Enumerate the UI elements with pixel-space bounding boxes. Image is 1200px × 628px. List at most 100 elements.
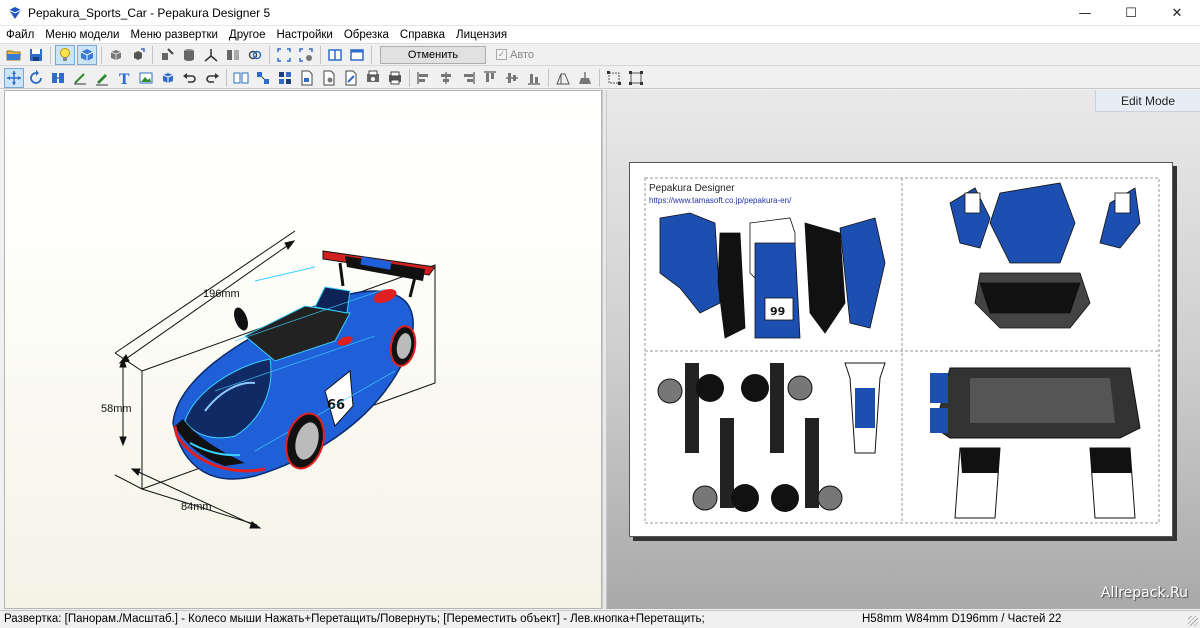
align-bottom-button[interactable] bbox=[524, 68, 544, 88]
unfold-parts-page-1: 99 bbox=[659, 212, 886, 339]
fit-gear-icon bbox=[299, 47, 313, 62]
book-icon bbox=[233, 72, 249, 83]
bounding-select-button[interactable] bbox=[626, 68, 646, 88]
flap-edit-icon bbox=[579, 71, 591, 84]
flap-icon bbox=[556, 73, 570, 84]
image-icon bbox=[139, 72, 153, 83]
fit-settings-button[interactable] bbox=[296, 45, 316, 65]
menu-model[interactable]: Меню модели bbox=[40, 26, 125, 44]
toolbar-separator bbox=[226, 68, 227, 87]
maximize-button[interactable]: ☐ bbox=[1108, 0, 1154, 26]
align-center-button[interactable] bbox=[436, 68, 456, 88]
rotate-icon bbox=[30, 69, 42, 84]
cube-part-button[interactable] bbox=[158, 68, 178, 88]
unfold-2d-view[interactable]: Edit Mode 99 Pepakura Designer https://w… bbox=[607, 90, 1200, 609]
printer-icon bbox=[389, 71, 401, 84]
menu-settings[interactable]: Настройки bbox=[271, 26, 338, 44]
page-button[interactable] bbox=[297, 68, 317, 88]
join-icon bbox=[52, 72, 64, 83]
arrange-button[interactable] bbox=[253, 68, 273, 88]
light-toggle-button[interactable] bbox=[55, 44, 75, 65]
move-view-button[interactable] bbox=[128, 45, 148, 65]
cylinder-icon bbox=[184, 48, 194, 61]
svg-text:T: T bbox=[119, 72, 130, 86]
toolbar-separator bbox=[50, 45, 51, 64]
rotate-part-button[interactable] bbox=[26, 68, 46, 88]
menu-license[interactable]: Лицензия bbox=[451, 26, 513, 44]
status-bar: Развертка: [Панорам./Масштаб.] - Колесо … bbox=[0, 610, 1200, 628]
bounding-box-button[interactable] bbox=[604, 68, 624, 88]
arrange-icon bbox=[257, 71, 269, 84]
image-tool-button[interactable] bbox=[136, 68, 156, 88]
link-button[interactable] bbox=[245, 45, 265, 65]
move-arrows-icon bbox=[7, 70, 21, 85]
part-number-label: 99 bbox=[770, 305, 785, 318]
split-view-button[interactable] bbox=[325, 45, 345, 65]
split-button[interactable] bbox=[223, 45, 243, 65]
cube-move-icon bbox=[134, 47, 145, 60]
auto-checkbox[interactable]: ✓ Авто bbox=[496, 49, 534, 61]
select-tool-button[interactable] bbox=[4, 67, 24, 88]
align-left-button[interactable] bbox=[414, 68, 434, 88]
car-3d-model: 196mm 58mm 84mm 66 bbox=[101, 230, 436, 529]
window-controls: — ☐ ✕ bbox=[1062, 0, 1200, 26]
menu-unfold[interactable]: Меню развертки bbox=[125, 26, 223, 44]
texture-toggle-button[interactable] bbox=[77, 44, 97, 65]
car-number: 66 bbox=[327, 398, 345, 413]
close-button[interactable]: ✕ bbox=[1154, 0, 1200, 26]
grid-layout-button[interactable] bbox=[275, 68, 295, 88]
edit-mode-button[interactable]: Edit Mode bbox=[1095, 90, 1200, 112]
page-icon bbox=[301, 70, 313, 85]
folder-icon bbox=[6, 50, 21, 60]
undo-button[interactable]: Отменить bbox=[380, 45, 486, 64]
menu-help[interactable]: Справка bbox=[394, 26, 450, 44]
texture-cube-icon bbox=[80, 48, 94, 61]
pen-icon bbox=[96, 73, 108, 85]
align-middle-button[interactable] bbox=[502, 68, 522, 88]
axis-button[interactable] bbox=[201, 45, 221, 65]
edit-faces-button[interactable] bbox=[157, 45, 177, 65]
print-preview-button[interactable] bbox=[363, 68, 383, 88]
toolbar-separator bbox=[599, 68, 600, 87]
paper-sheet: 99 Pepakura Designer https://www.tamasof… bbox=[629, 162, 1173, 537]
checkbox-check-icon: ✓ bbox=[496, 49, 507, 60]
page-settings-button[interactable] bbox=[319, 68, 339, 88]
menu-other[interactable]: Другое bbox=[223, 26, 271, 44]
align-middle-icon bbox=[506, 72, 518, 83]
grid-icon bbox=[279, 71, 291, 84]
single-view-button[interactable] bbox=[347, 45, 367, 65]
flap-shape-button[interactable] bbox=[553, 68, 573, 88]
menu-file[interactable]: Файл bbox=[0, 26, 40, 44]
model-3d-view[interactable]: 196mm 58mm 84mm 66 bbox=[4, 90, 602, 609]
open-book-button[interactable] bbox=[231, 68, 251, 88]
print-button[interactable] bbox=[385, 68, 405, 88]
page-edit-button[interactable] bbox=[341, 68, 361, 88]
fit-view-button[interactable] bbox=[274, 45, 294, 65]
cube-rotate-icon bbox=[110, 49, 122, 60]
text-tool-button[interactable]: T bbox=[114, 68, 134, 88]
draw-line-button[interactable] bbox=[92, 68, 112, 88]
align-right-icon bbox=[464, 71, 475, 84]
minimize-button[interactable]: — bbox=[1062, 0, 1108, 26]
join-edges-button[interactable] bbox=[48, 68, 68, 88]
rotate-view-button[interactable] bbox=[106, 45, 126, 65]
align-center-icon bbox=[441, 71, 451, 84]
unfold-parts-page-3 bbox=[657, 362, 886, 512]
cylinder-button[interactable] bbox=[179, 45, 199, 65]
flap-edit-button[interactable] bbox=[575, 68, 595, 88]
menu-trim[interactable]: Обрезка bbox=[338, 26, 394, 44]
align-right-button[interactable] bbox=[458, 68, 478, 88]
align-bottom-icon bbox=[528, 73, 540, 84]
window-title: Pepakura_Sports_Car - Pepakura Designer … bbox=[28, 5, 271, 20]
open-folder-button[interactable] bbox=[4, 45, 24, 65]
auto-label: Авто bbox=[510, 48, 534, 61]
print-preview-icon bbox=[367, 70, 379, 82]
save-button[interactable] bbox=[26, 45, 46, 65]
align-top-button[interactable] bbox=[480, 68, 500, 88]
undo-tool-button[interactable] bbox=[180, 68, 200, 88]
redo-tool-button[interactable] bbox=[202, 68, 222, 88]
resize-grip-icon[interactable] bbox=[1188, 616, 1198, 626]
page-pencil-icon bbox=[345, 70, 357, 85]
toolbar-separator bbox=[371, 45, 372, 64]
fold-line-button[interactable] bbox=[70, 68, 90, 88]
